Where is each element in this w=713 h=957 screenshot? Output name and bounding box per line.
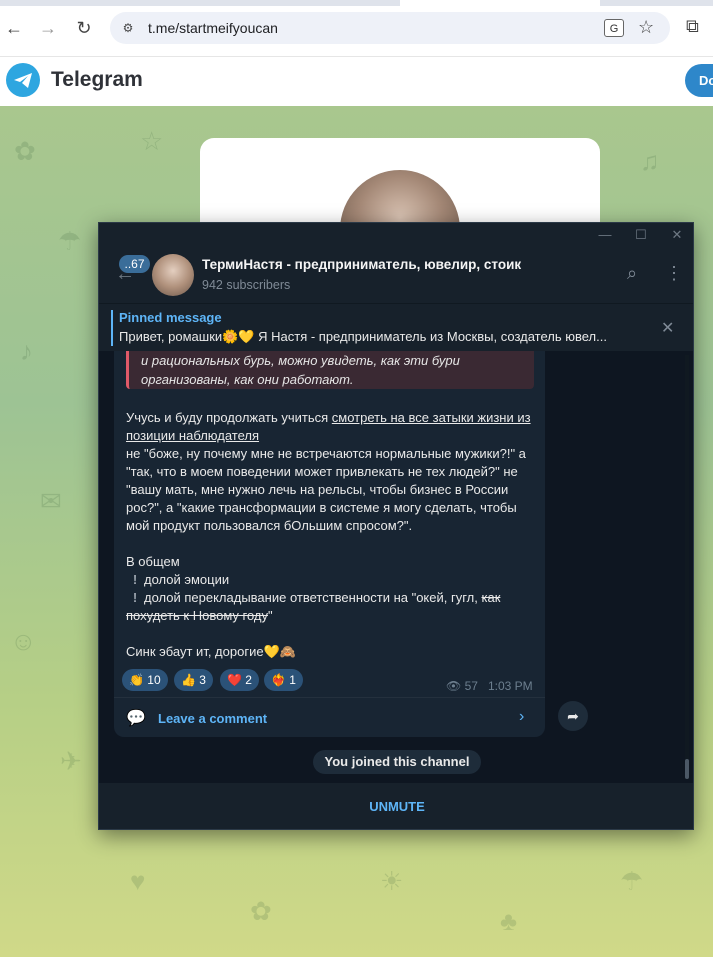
browser-toolbar: ← → ↻ ⚙ t.me/startmeifyoucan G ☆ ⧉ [0, 0, 713, 56]
chevron-right-icon: › [519, 708, 525, 725]
pattern-doodle-icon: ☺ [10, 626, 37, 656]
translate-icon[interactable]: G [604, 19, 624, 37]
bullet-2-lead: долой перекладывание ответственности на … [144, 590, 482, 605]
unread-count-badge[interactable]: ..67 [119, 255, 150, 273]
bullet-1: ! долой эмоции [126, 571, 541, 589]
paragraph-1-rest: не "боже, ну почему мне не встречаются н… [126, 446, 526, 533]
window-titlebar: — ☐ ✕ [99, 223, 693, 247]
tab-strip [0, 0, 713, 6]
paragraph-1: Учусь и буду продолжать учиться смотреть… [126, 409, 541, 445]
close-icon[interactable]: ✕ [667, 226, 687, 244]
reaction-thumbs-up[interactable]: 👍 3 [174, 669, 213, 691]
pattern-doodle-icon: ♫ [640, 146, 660, 176]
paragraph-1-lead: Учусь и буду продолжать учиться [126, 410, 332, 425]
reaction-count: 2 [245, 673, 252, 687]
thumbs-up-icon: 👍 [181, 673, 196, 687]
address-bar[interactable]: ⚙ t.me/startmeifyoucan G ☆ [110, 12, 670, 44]
bullet-2: ! долой перекладывание ответственности на… [126, 589, 541, 625]
pattern-doodle-icon: ☂ [58, 226, 82, 256]
telegram-desktop-window: — ☐ ✕ ← ..67 ТермиНастя - предпринимател… [98, 222, 694, 830]
chat-avatar[interactable] [152, 254, 194, 296]
search-icon[interactable]: ⌕ [627, 263, 637, 284]
reload-icon[interactable]: ↻ [72, 16, 96, 40]
url-text[interactable]: t.me/startmeifyoucan [148, 20, 278, 36]
quote-text: и рациональных бурь, можно увидеть, как … [141, 353, 460, 387]
pattern-doodle-icon: ✿ [14, 136, 36, 166]
comment-bubble-icon: 💬 [126, 710, 146, 727]
download-button[interactable]: Do [685, 64, 713, 97]
closing-line: Синк эбаут ит, дорогие💛🙈 [126, 644, 296, 659]
pattern-doodle-icon: ♪ [20, 336, 33, 366]
message-time: 1:03 PM [487, 679, 533, 693]
comment-label: Leave a comment [158, 711, 268, 726]
exclamation-icon: ! [132, 590, 138, 605]
reaction-heart[interactable]: ❤️ 2 [220, 669, 259, 691]
subscriber-count: 942 subscribers [202, 278, 291, 292]
unmute-button[interactable]: UNMUTE [347, 799, 447, 814]
chat-title[interactable]: ТермиНастя - предприниматель, ювелир, ст… [202, 257, 521, 272]
scrollbar-thumb[interactable] [685, 759, 689, 779]
heart-icon: ❤️ [227, 673, 242, 687]
eye-icon: 👁 [446, 679, 462, 693]
more-menu-icon[interactable]: ⋮ [665, 263, 683, 284]
leave-comment-button[interactable]: 💬 Leave a comment › [114, 697, 545, 737]
pattern-doodle-icon: ♥ [130, 866, 146, 896]
pattern-doodle-icon: ☀ [380, 866, 404, 896]
forward-arrow-icon[interactable]: → [36, 16, 60, 40]
back-arrow-icon[interactable]: ← [2, 16, 26, 40]
message-list[interactable]: и рациональных бурь, можно увидеть, как … [99, 351, 693, 783]
message-text: Учусь и буду продолжать учиться смотреть… [126, 409, 541, 661]
close-pinned-icon[interactable]: ✕ [661, 318, 674, 338]
joined-channel-notice: You joined this channel [313, 750, 481, 774]
message-meta: 👁 57 1:03 PM [446, 679, 533, 693]
pattern-doodle-icon: ♣ [500, 906, 518, 936]
bottom-bar: UNMUTE [99, 783, 693, 829]
telegram-logo-icon [6, 63, 40, 97]
bullet-2-tail: " [268, 608, 273, 623]
pattern-doodle-icon: ☆ [140, 126, 164, 156]
reaction-count: 10 [147, 673, 161, 687]
active-tab[interactable] [400, 0, 600, 6]
telegram-web-header: Telegram Do [0, 56, 713, 106]
paragraph-2-title: В общем [126, 554, 180, 569]
pinned-message-bar[interactable]: Pinned message Привет, ромашки🌼💛 Я Настя… [99, 303, 693, 351]
star-icon[interactable]: ☆ [638, 17, 654, 38]
pattern-doodle-icon: ✉ [40, 486, 62, 516]
reaction-count: 3 [199, 673, 206, 687]
pinned-text: Привет, ромашки🌼💛 Я Настя - предпринимат… [119, 329, 607, 344]
pattern-doodle-icon: ✈ [60, 746, 82, 776]
share-icon[interactable]: ➦ [558, 701, 588, 731]
message-quote: и рациональных бурь, можно увидеть, как … [126, 351, 534, 389]
pinned-title: Pinned message [119, 310, 222, 325]
clap-icon: 👏 [129, 673, 144, 687]
site-title[interactable]: Telegram [51, 68, 143, 92]
view-count: 57 [464, 679, 478, 693]
message-bubble[interactable]: и рациональных бурь, можно увидеть, как … [114, 351, 545, 737]
reaction-clap[interactable]: 👏 10 [122, 669, 168, 691]
maximize-icon[interactable]: ☐ [631, 226, 651, 244]
pattern-doodle-icon: ✿ [250, 896, 272, 926]
exclamation-icon: ! [132, 572, 138, 587]
bullet-1-text: долой эмоции [144, 572, 230, 587]
pattern-doodle-icon: ☂ [620, 866, 644, 896]
reaction-heart-on-fire[interactable]: ❤️‍🔥 1 [264, 669, 303, 691]
heart-on-fire-icon: ❤️‍🔥 [271, 673, 286, 687]
extensions-icon[interactable]: ⧉ [686, 16, 699, 37]
scrollbar[interactable] [685, 355, 689, 779]
site-info-icon[interactable]: ⚙ [120, 20, 136, 36]
minimize-icon[interactable]: — [595, 226, 615, 244]
reaction-count: 1 [289, 673, 296, 687]
pinned-indicator [111, 310, 113, 346]
chat-header: ← ..67 ТермиНастя - предприниматель, юве… [99, 247, 693, 303]
